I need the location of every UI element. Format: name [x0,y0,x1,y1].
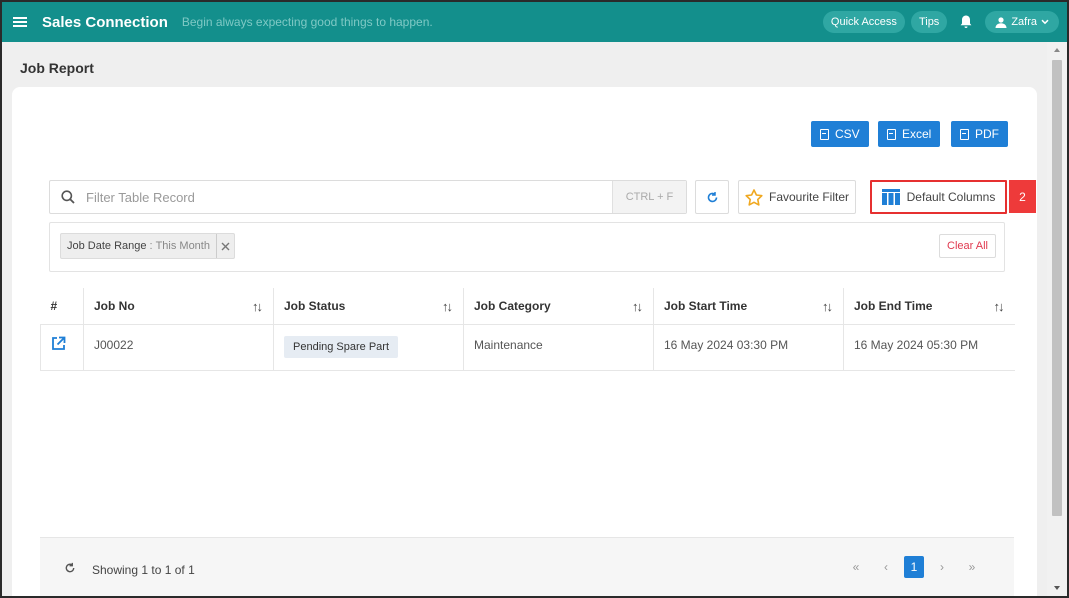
page-1-button[interactable]: 1 [904,556,924,578]
column-header-job-start-time[interactable]: Job Start Time ↑↓ [653,288,844,325]
last-page-button[interactable]: » [960,555,984,579]
app-brand[interactable]: Sales Connection [42,14,168,31]
app-frame: Sales Connection Begin always expecting … [0,0,1069,598]
search-shortcut-hint: CTRL + F [612,181,686,213]
search-box: CTRL + F [49,180,687,214]
filter-chip-separator: : [149,240,153,252]
export-csv-button[interactable]: CSV [811,121,869,147]
export-excel-button[interactable]: Excel [878,121,941,147]
cell-job-status: Pending Spare Part [273,324,464,371]
default-columns-button[interactable]: Default Columns [870,180,1007,214]
filter-chip-key: Job Date Range [67,240,147,252]
scroll-up-arrow[interactable] [1054,48,1060,52]
cell-job-end-time: 16 May 2024 05:30 PM [843,324,1015,371]
column-header-index: # [40,288,84,325]
column-header-job-category[interactable]: Job Category ↑↓ [463,288,654,325]
menu-icon[interactable] [2,2,38,42]
cell-job-start-time: 16 May 2024 03:30 PM [653,324,844,371]
export-pdf-button[interactable]: PDF [951,121,1008,147]
status-badge: Pending Spare Part [284,335,399,358]
pagination: « ‹ 1 › » [844,555,984,579]
clear-all-button[interactable]: Clear All [939,234,996,258]
first-page-button[interactable]: « [844,555,868,579]
search-icon [50,181,86,213]
export-excel-label: Excel [902,127,932,141]
sort-icon[interactable]: ↑↓ [994,299,1005,314]
external-link-icon[interactable] [51,336,66,351]
file-icon [820,128,829,140]
column-header-job-no[interactable]: Job No ↑↓ [83,288,274,325]
refresh-button[interactable] [695,180,729,214]
default-columns-label: Default Columns [906,190,996,204]
page-scrollbar[interactable] [1047,42,1067,596]
user-name: Zafra [1011,16,1037,28]
top-right-actions: Quick Access Tips Zafra [822,11,1059,33]
columns-icon [881,189,900,205]
next-page-button[interactable]: › [930,555,954,579]
prev-page-button[interactable]: ‹ [874,555,898,579]
file-icon [887,128,896,140]
favourite-filter-label: Favourite Filter [768,190,850,204]
scroll-thumb[interactable] [1052,60,1062,516]
quick-access-button[interactable]: Quick Access [822,11,905,33]
column-header-job-status[interactable]: Job Status ↑↓ [273,288,464,325]
row-action-cell [40,324,84,371]
top-bar: Sales Connection Begin always expecting … [2,2,1067,42]
column-header-job-end-time[interactable]: Job End Time ↑↓ [843,288,1015,325]
table-footer: Showing 1 to 1 of 1 « ‹ 1 › » [40,537,1014,596]
sort-icon[interactable]: ↑↓ [632,299,643,314]
scroll-down-arrow[interactable] [1054,586,1060,590]
table-panel: CTRL + F Favourite Filter Default Column… [40,163,1036,596]
page-title: Job Report [20,60,94,76]
bell-icon[interactable] [953,11,979,33]
table-header-row: # Job No ↑↓ Job Status ↑↓ Job Category ↑↓ J… [40,288,1015,325]
star-icon [745,188,763,206]
search-input[interactable] [86,189,606,205]
filter-chip: Job Date Range: This Month [60,233,235,259]
step-badge: 2 [1009,180,1036,213]
filter-chip-value: This Month [155,240,210,252]
close-icon[interactable] [215,234,234,258]
refresh-icon[interactable] [64,562,76,577]
file-icon [960,128,969,140]
user-icon [995,16,1007,28]
sort-icon[interactable]: ↑↓ [442,299,453,314]
cell-job-category: Maintenance [463,324,654,371]
app-tagline: Begin always expecting good things to ha… [181,15,433,29]
user-menu[interactable]: Zafra [985,11,1059,33]
showing-count: Showing 1 to 1 of 1 [92,563,195,577]
chevron-down-icon [1041,19,1049,25]
sort-icon[interactable]: ↑↓ [252,299,263,314]
sort-icon[interactable]: ↑↓ [822,299,833,314]
export-csv-label: CSV [835,127,860,141]
export-pdf-label: PDF [975,127,999,141]
refresh-icon [707,191,717,202]
job-table: # Job No ↑↓ Job Status ↑↓ Job Category ↑↓ J… [40,288,1015,371]
tips-button[interactable]: Tips [910,11,948,33]
favourite-filter-button[interactable]: Favourite Filter [738,180,856,214]
report-card: CSV Excel PDF CTRL + F Favourite [12,87,1037,596]
active-filters: Job Date Range: This Month Clear All [49,222,1005,272]
cell-job-no: J00022 [83,324,274,371]
table-row: J00022 Pending Spare Part Maintenance 16… [40,324,1015,371]
